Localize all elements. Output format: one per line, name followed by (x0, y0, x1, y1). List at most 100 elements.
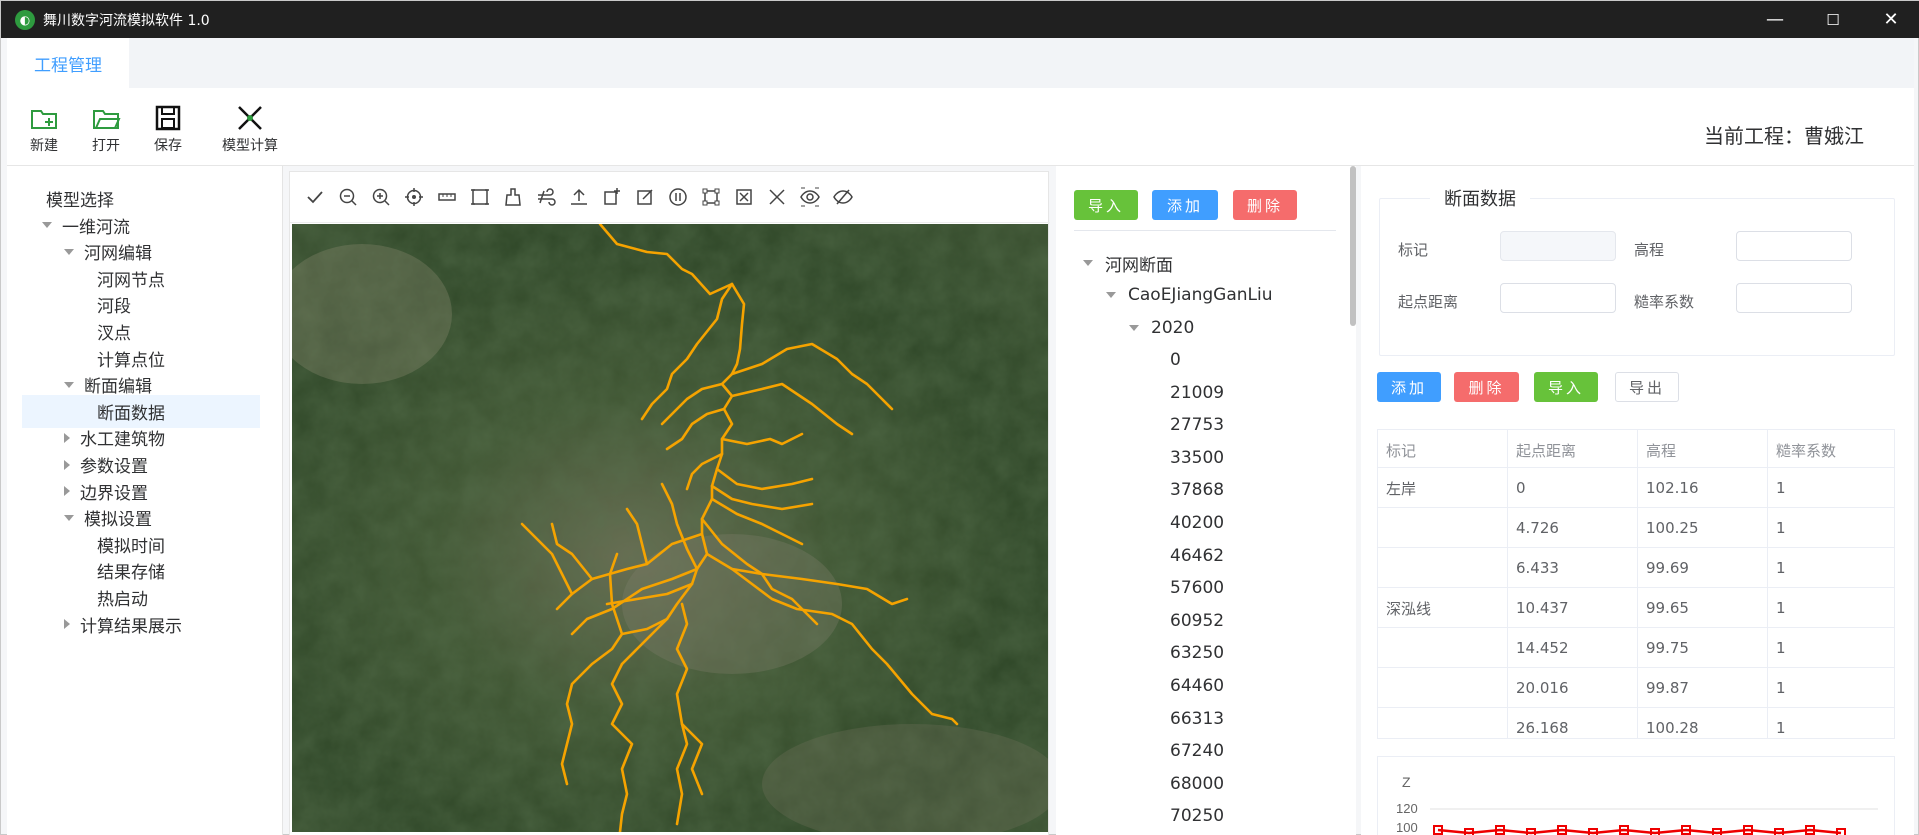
delete-button[interactable]: 删除 (1233, 190, 1297, 220)
delete-point-button[interactable]: 删除 (1454, 372, 1519, 402)
river-network-map (292, 224, 1048, 832)
profile-line (1437, 828, 1842, 835)
add-point-button[interactable]: 添加 (1377, 372, 1441, 402)
table-row[interactable]: 20.016 99.87 1 (1378, 668, 1894, 708)
caret-down-icon[interactable] (64, 381, 74, 388)
section-station-item[interactable]: 68000 (1170, 771, 1224, 797)
select-box-icon[interactable] (698, 185, 723, 210)
caret-down-icon[interactable] (64, 248, 74, 255)
edit-icon[interactable] (632, 185, 657, 210)
section-station-item[interactable]: 63250 (1170, 640, 1224, 666)
caret-down-icon[interactable] (1129, 325, 1139, 331)
open-button[interactable]: 打开 (91, 103, 121, 155)
section-station-item[interactable]: 40200 (1170, 510, 1224, 536)
tab-project-management[interactable]: 工程管理 (7, 38, 129, 88)
tree-root-river-network[interactable]: 河网断面 (1083, 250, 1173, 276)
clear-icon[interactable] (500, 185, 525, 210)
new-button[interactable]: 新建 (29, 103, 59, 155)
delete-box-icon[interactable] (731, 185, 756, 210)
section-station-item[interactable]: 70250 (1170, 803, 1224, 829)
column-header[interactable]: 糙率系数 (1768, 430, 1894, 470)
section-tree-label: 67240 (1170, 741, 1225, 762)
tree-item-label: 断面编辑 (84, 377, 152, 398)
section-station-item[interactable]: 37868 (1170, 477, 1224, 503)
column-header[interactable]: 起点距离 (1508, 430, 1638, 470)
column-header[interactable]: 标记 (1378, 430, 1508, 470)
section-station-item[interactable]: 21009 (1170, 380, 1224, 406)
section-station-item[interactable]: 27753 (1170, 412, 1224, 438)
chart-tick-120: 120 (1396, 801, 1418, 816)
eye-icon[interactable] (797, 185, 822, 210)
new-label: 新建 (30, 138, 58, 154)
caret-right-icon[interactable] (64, 486, 70, 497)
extent-icon[interactable] (467, 185, 492, 210)
section-station-item[interactable]: 33500 (1170, 445, 1224, 471)
section-tree-label: 57600 (1170, 578, 1225, 599)
section-station-item[interactable]: 66313 (1170, 706, 1224, 732)
distance-field[interactable] (1500, 283, 1616, 313)
locate-icon[interactable] (401, 185, 426, 210)
check-icon[interactable] (302, 185, 327, 210)
section-station-item[interactable]: 0 (1170, 347, 1181, 373)
save-button[interactable]: 保存 (153, 103, 183, 155)
table-row[interactable]: 14.452 99.75 1 (1378, 628, 1894, 668)
table-cell: 左岸 (1378, 468, 1508, 508)
section-station-item[interactable]: 64460 (1170, 673, 1224, 699)
pause-icon[interactable] (665, 185, 690, 210)
caret-right-icon[interactable] (64, 432, 70, 443)
minimize-button[interactable]: — (1746, 1, 1804, 38)
compute-button[interactable]: 模型计算 (222, 103, 278, 155)
tree-item-label: 计算结果展示 (80, 616, 182, 637)
table-row[interactable]: 6.433 99.69 1 (1378, 548, 1894, 588)
section-station-item[interactable]: 67240 (1170, 738, 1224, 764)
import-point-button[interactable]: 导入 (1534, 372, 1598, 402)
title-bar: ◐ 舞川数字河流模拟软件 1.0 — ☐ ✕ (1, 1, 1919, 38)
tab-bar: 工程管理 (7, 38, 1914, 88)
zoom-out-icon[interactable] (335, 185, 360, 210)
mark-label: 标记 (1398, 241, 1429, 259)
zoom-in-icon[interactable] (368, 185, 393, 210)
add-feature-icon[interactable] (599, 185, 624, 210)
caret-right-icon[interactable] (64, 459, 70, 470)
upload-icon[interactable] (566, 185, 591, 210)
column-header[interactable]: 高程 (1638, 430, 1768, 470)
save-icon (155, 105, 181, 131)
section-station-item[interactable]: 46462 (1170, 543, 1224, 569)
maximize-button[interactable]: ☐ (1804, 1, 1862, 38)
table-row[interactable]: 26.168 100.28 1 (1378, 708, 1894, 738)
caret-right-icon[interactable] (64, 619, 70, 630)
tree-river-node[interactable]: CaoEJiangGanLiu (1106, 282, 1272, 308)
caret-down-icon[interactable] (64, 514, 74, 521)
table-cell: 99.69 (1638, 548, 1768, 588)
section-station-item[interactable]: 60952 (1170, 608, 1224, 634)
tree-item[interactable]: 计算结果展示 (22, 608, 260, 641)
section-tree-label: 21009 (1170, 382, 1225, 403)
caret-down-icon[interactable] (1083, 260, 1093, 266)
caret-down-icon[interactable] (42, 222, 52, 229)
table-row[interactable]: 左岸 0 102.16 1 (1378, 468, 1894, 508)
tree-item-label: 参数设置 (80, 457, 148, 477)
tree-item-label: 结果存储 (97, 563, 165, 584)
table-row[interactable]: 深泓线 10.437 99.65 1 (1378, 588, 1894, 628)
table-cell: 20.016 (1508, 668, 1638, 708)
import-button[interactable]: 导入 (1074, 190, 1138, 220)
export-button[interactable]: 导出 (1615, 372, 1679, 402)
roughness-label: 糙率系数 (1634, 293, 1695, 311)
caret-down-icon[interactable] (1106, 292, 1116, 298)
satellite-map[interactable] (292, 224, 1048, 832)
section-tree-label: 0 (1170, 350, 1181, 370)
roughness-field[interactable] (1736, 283, 1852, 313)
table-cell: 100.25 (1638, 508, 1768, 548)
elevation-field[interactable] (1736, 231, 1852, 261)
table-row[interactable]: 4.726 100.25 1 (1378, 508, 1894, 548)
eye-off-icon[interactable] (830, 185, 855, 210)
section-tree-scrollbar[interactable] (1350, 166, 1356, 326)
add-button[interactable]: 添加 (1152, 190, 1218, 220)
ribbon-toolbar: 新建 打开 保存 模型计算 当前工程：曹娥江 (7, 88, 1914, 166)
section-station-item[interactable]: 57600 (1170, 575, 1224, 601)
wind-icon[interactable] (533, 185, 558, 210)
measure-icon[interactable] (434, 185, 459, 210)
tree-year-node[interactable]: 2020 (1129, 315, 1194, 341)
close-icon[interactable] (764, 185, 789, 210)
close-window-button[interactable]: ✕ (1862, 1, 1919, 38)
